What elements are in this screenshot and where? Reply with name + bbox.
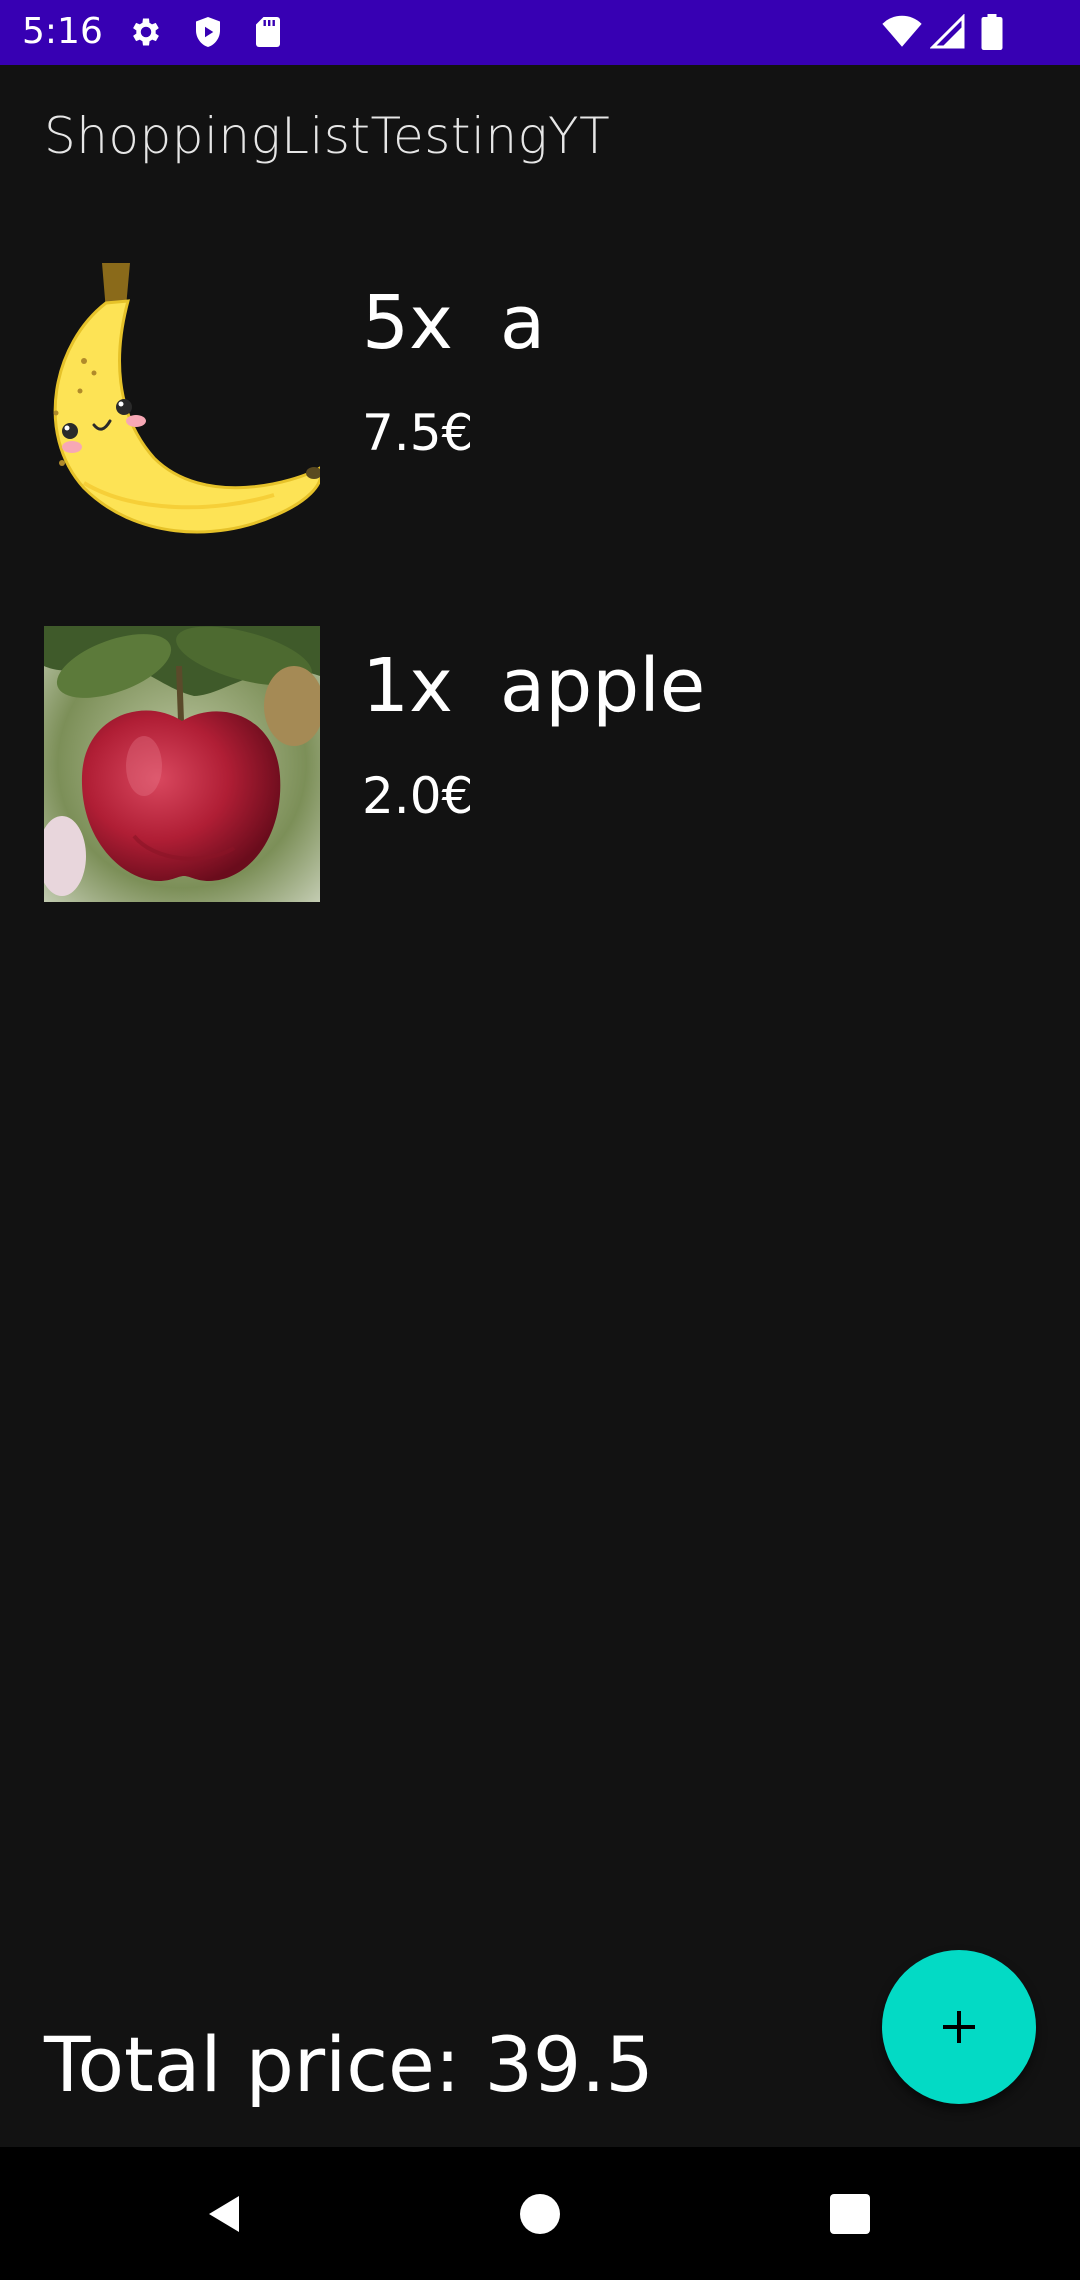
item-title: 5x a (362, 280, 546, 366)
status-bar: 5:16 (0, 0, 1080, 65)
add-item-button[interactable] (882, 1950, 1036, 2104)
apple-image (44, 626, 320, 902)
list-item[interactable]: 5x a 7.5€ (44, 263, 1036, 539)
gear-icon (128, 14, 164, 50)
home-icon[interactable] (505, 2179, 575, 2249)
back-icon[interactable] (190, 2179, 260, 2249)
cell-signal-icon (929, 13, 966, 50)
navigation-bar (0, 2147, 1080, 2280)
app-title: ShoppingListTestingYT (44, 107, 611, 165)
item-price: 2.0€ (362, 767, 474, 825)
recents-icon[interactable] (815, 2179, 885, 2249)
battery-icon (980, 14, 1004, 50)
banana-image (44, 263, 320, 539)
sd-card-icon (250, 14, 286, 50)
status-time: 5:16 (22, 11, 103, 52)
item-price: 7.5€ (362, 404, 474, 462)
plus-icon (943, 2011, 975, 2043)
total-price: Total price: 39.5 (44, 2020, 654, 2109)
list-item[interactable]: 1x apple 2.0€ (44, 626, 1036, 902)
app-screen: 5:16 ShoppingListTestingYT 5x a 7.5€ 1x … (0, 0, 1080, 2280)
item-title: 1x apple (362, 643, 706, 729)
wifi-icon (882, 14, 922, 50)
shield-icon (190, 14, 226, 50)
